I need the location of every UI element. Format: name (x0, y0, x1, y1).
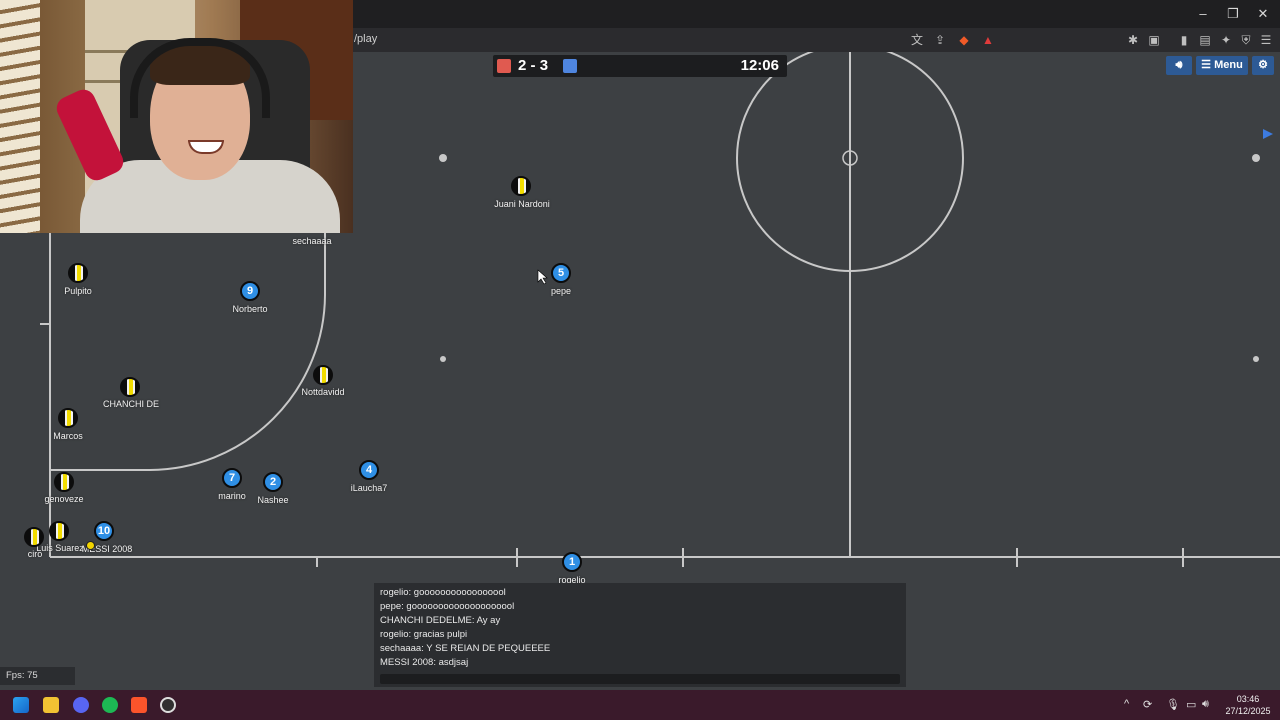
blue-team-swatch (563, 59, 577, 73)
player-name: Juani Nardoni (494, 199, 550, 209)
gear-icon: ⚙ (1258, 59, 1268, 71)
sidebar-icon[interactable]: ▮ (1176, 32, 1192, 48)
player-name: marino (218, 491, 246, 501)
discord-icon[interactable] (73, 697, 89, 713)
wallet-icon[interactable]: ▣ (1146, 32, 1162, 48)
player-blue: 4 (359, 460, 379, 480)
player-number: 10 (97, 525, 111, 537)
sync-icon[interactable]: ⟳ (1143, 698, 1152, 711)
scoreboard: 2 - 3 12:06 (493, 55, 787, 77)
close-icon[interactable]: ✕ (1248, 4, 1278, 24)
url-text[interactable]: /play (354, 33, 377, 45)
player-blue: 9 (240, 281, 260, 301)
ball (86, 541, 95, 550)
microphone-icon[interactable]: 🎙︎ (1166, 698, 1180, 711)
webcam-overlay (0, 0, 353, 233)
volume-icon[interactable]: 🔊︎ (1202, 698, 1209, 711)
menu-label: Menu (1214, 59, 1243, 71)
player-name: ciro (27, 549, 43, 559)
rewards-icon[interactable]: ▲ (980, 32, 996, 48)
player-name: Pulpito (64, 286, 92, 296)
player-number: 5 (557, 267, 565, 279)
player-name: iLaucha7 (350, 483, 388, 493)
chat-message: CHANCHI DEDELME: Ay ay (380, 615, 501, 626)
date-text: 27/12/2025 (1225, 706, 1271, 716)
player-red (24, 527, 44, 547)
chat-message: rogelio: gracias pulpi (380, 629, 468, 640)
extensions-icon[interactable]: ✱ (1125, 32, 1141, 48)
player-blue: 5 (551, 263, 571, 283)
obs-icon[interactable] (160, 697, 176, 713)
chat-input[interactable] (380, 674, 900, 684)
taskbar: ^ ⟳ 🎙︎ ▭ 🔊︎ 03:46 27/12/2025 (0, 690, 1280, 720)
player-number: 9 (246, 285, 254, 297)
network-icon[interactable]: ▭ (1186, 698, 1196, 711)
player-number: 1 (568, 556, 576, 568)
red-team-swatch (497, 59, 511, 73)
player-number: 2 (269, 476, 277, 488)
menu-button[interactable]: ☰ Menu (1196, 56, 1248, 75)
player-blue: 10 (94, 521, 114, 541)
player-name: CHANCHI DE (102, 399, 160, 409)
chat-message: rogelio: gooooooooooooooool (380, 587, 506, 598)
player-name: genoveze (44, 494, 84, 504)
score-separator: - (530, 57, 536, 74)
red-score: 2 (518, 57, 527, 74)
translate-icon[interactable]: 文 (909, 32, 925, 48)
windows-start-icon[interactable] (13, 697, 29, 713)
player-name: pepe (550, 286, 572, 296)
player-red (511, 176, 531, 196)
player-number: 7 (228, 472, 236, 484)
share-icon[interactable]: ⇪ (932, 32, 948, 48)
tray-overflow-icon[interactable]: ^ (1124, 698, 1129, 710)
minimize-icon[interactable]: – (1188, 4, 1218, 24)
sound-toggle-button[interactable]: 🔊︎ (1166, 56, 1192, 75)
player-name: Luis Suarez (36, 543, 84, 553)
blue-score: 3 (539, 57, 549, 74)
player-blue: 7 (222, 468, 242, 488)
vpn-icon[interactable]: ⛨ (1238, 32, 1254, 48)
chat-panel: rogelio: gooooooooooooooool pepe: gooooo… (374, 583, 906, 687)
player-red (313, 365, 333, 385)
player-red (68, 263, 88, 283)
score-display: 2 - 3 (518, 57, 548, 74)
player-blue: 1 (562, 552, 582, 572)
tab-search-icon[interactable]: ▤ (1197, 32, 1213, 48)
speaker-icon: 🔊︎ (1175, 59, 1183, 71)
player-red (54, 472, 74, 492)
player-red (58, 408, 78, 428)
taskbar-clock[interactable]: 03:46 27/12/2025 (1222, 693, 1274, 717)
match-clock: 12:06 (740, 57, 779, 74)
player-name: Nottdavidd (301, 387, 345, 397)
player-blue: 2 (263, 472, 283, 492)
leo-ai-icon[interactable]: ✦ (1218, 32, 1234, 48)
spotify-icon[interactable] (102, 697, 118, 713)
brave-icon[interactable] (131, 697, 147, 713)
player-name: Norberto (232, 304, 268, 314)
time-text: 03:46 (1236, 694, 1260, 704)
menu-icon: ☰ (1201, 59, 1212, 71)
file-explorer-icon[interactable] (43, 697, 59, 713)
player-red (120, 377, 140, 397)
hamburger-menu-icon[interactable]: ☰ (1258, 32, 1274, 48)
brave-shield-icon[interactable]: ◆ (956, 32, 972, 48)
screen: – ❐ ✕ /play 文 ⇪ ◆ ▲ ✱ ▣ ▮ ▤ ✦ ⛨ ☰ 2 - 3 … (0, 0, 1280, 720)
player-name: Marcos (53, 431, 83, 441)
chat-message: sechaaaa: Y SE REIAN DE PEQUEEEE (380, 643, 551, 654)
player-name: sechaaaa (292, 236, 332, 246)
fps-counter: Fps: 75 (0, 667, 75, 685)
settings-button[interactable]: ⚙ (1252, 56, 1274, 75)
chat-message: MESSI 2008: asdjsaj (380, 657, 469, 668)
player-red (49, 521, 69, 541)
player-number: 4 (365, 464, 373, 476)
player-name: Nashee (257, 495, 289, 505)
chat-message: pepe: goooooooooooooooooool (380, 601, 515, 612)
restore-icon[interactable]: ❐ (1218, 4, 1248, 24)
